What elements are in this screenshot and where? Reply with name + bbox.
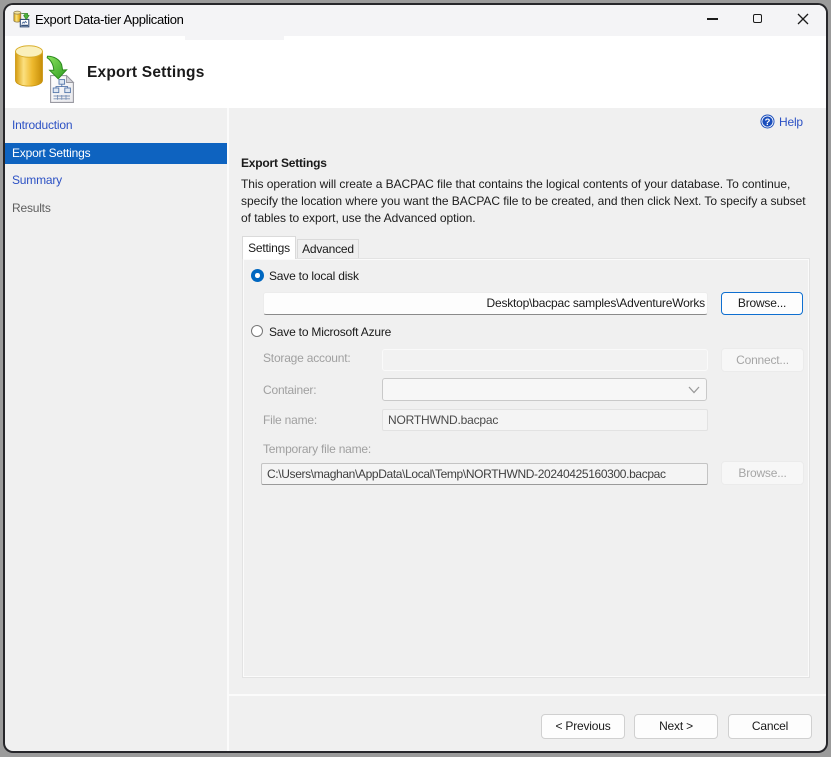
- svg-text:?: ?: [765, 117, 771, 128]
